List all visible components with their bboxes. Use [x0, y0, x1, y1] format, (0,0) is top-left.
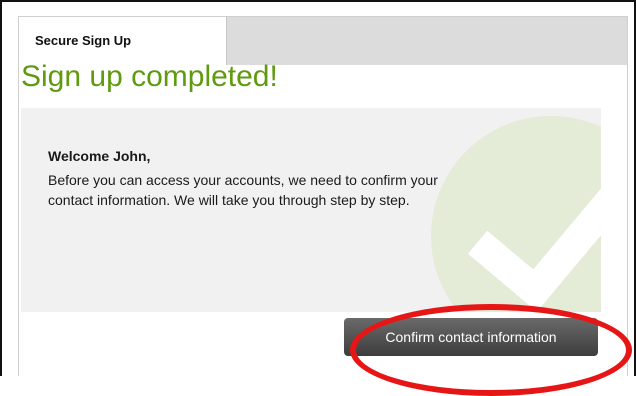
- message-line-1: Before you can access your accounts, we …: [48, 172, 438, 188]
- confirm-contact-button[interactable]: Confirm contact information: [344, 318, 598, 356]
- message-line-2: contact information. We will take you th…: [48, 192, 410, 208]
- page-title: Sign up completed!: [21, 60, 278, 93]
- welcome-message: Welcome John, Before you can access your…: [48, 146, 518, 210]
- tab-secure-sign-up[interactable]: Secure Sign Up: [19, 17, 227, 65]
- welcome-card: Welcome John, Before you can access your…: [21, 108, 601, 312]
- tab-bar: Secure Sign Up: [19, 16, 627, 65]
- greeting-text: Welcome John,: [48, 148, 151, 164]
